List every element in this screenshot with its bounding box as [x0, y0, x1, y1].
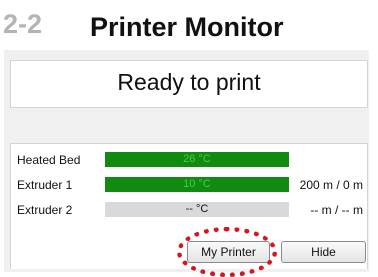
temp-label: Heated Bed — [17, 153, 81, 167]
temp-label: Extruder 1 — [17, 178, 73, 192]
my-printer-button[interactable]: My Printer — [187, 241, 270, 263]
temp-row-heated-bed: Heated Bed 26 °C — [11, 152, 369, 168]
temp-value: 26 °C — [183, 153, 211, 165]
hide-button[interactable]: Hide — [281, 241, 366, 263]
step-number: 2-2 — [3, 9, 43, 39]
temp-bar: -- °C — [105, 202, 289, 217]
temp-label: Extruder 2 — [17, 203, 73, 217]
temp-bar: 10 °C — [105, 177, 289, 192]
temp-extra: 200 m / 0 m — [299, 178, 363, 192]
temp-row-extruder-1: Extruder 1 10 °C 200 m / 0 m — [11, 177, 369, 193]
page-title: Printer Monitor — [90, 12, 284, 42]
temp-row-extruder-2: Extruder 2 -- °C -- m / -- m — [11, 202, 369, 218]
temp-bar: 26 °C — [105, 152, 289, 167]
status-panel: Ready to print — [10, 60, 368, 108]
temp-value: -- °C — [185, 203, 209, 215]
temp-extra: -- m / -- m — [310, 203, 363, 217]
status-text: Ready to print — [117, 69, 261, 95]
printer-monitor-window: Ready to print Heated Bed 26 °C Extruder… — [4, 50, 369, 277]
temp-value: 10 °C — [183, 178, 211, 190]
